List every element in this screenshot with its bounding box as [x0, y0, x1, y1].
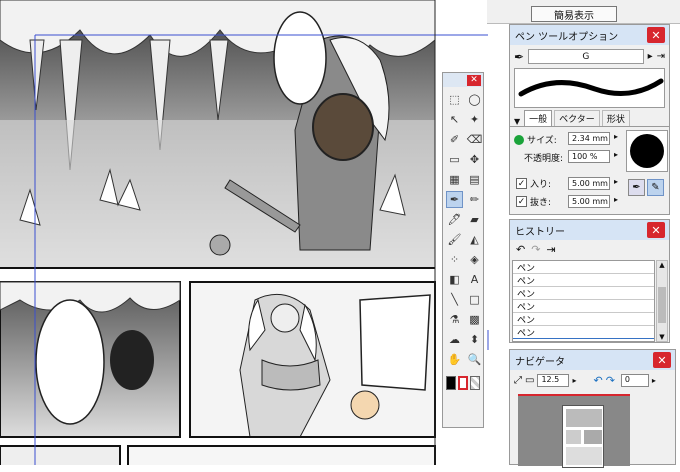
history-item[interactable]: ペン	[513, 313, 654, 326]
zoom-field[interactable]: 12.5	[537, 374, 570, 387]
out-stepper-icon[interactable]: ▸	[614, 195, 618, 204]
out-label: 抜き:	[530, 198, 552, 208]
brush-export-icon[interactable]: ⇥	[657, 51, 665, 62]
opacity-stepper-icon[interactable]: ▸	[614, 150, 618, 159]
brush-size-preview	[626, 130, 668, 172]
undo-icon[interactable]: ↶	[516, 243, 525, 256]
brush-menu-icon[interactable]: ▸	[648, 51, 653, 62]
zoom-stepper-icon[interactable]: ▸	[572, 376, 576, 385]
pen-icon[interactable]: ✒	[446, 191, 463, 208]
sub-color-swatch[interactable]	[457, 376, 469, 390]
fit-icon[interactable]: ⤢	[514, 375, 522, 386]
in-label: 入り:	[530, 180, 552, 190]
history-item[interactable]: ペン	[513, 300, 654, 313]
marker-icon[interactable]: 🖊	[446, 211, 463, 228]
close-button[interactable]: ✕	[653, 352, 671, 368]
eraser-icon[interactable]: ▰	[466, 211, 483, 228]
tab-general[interactable]: 一般	[524, 110, 553, 126]
airbrush-icon[interactable]: ⁘	[446, 251, 463, 268]
collapse-icon[interactable]: ▼	[514, 117, 520, 126]
brush-name-field[interactable]: G	[528, 49, 644, 64]
zoom-icon[interactable]: 🔍	[466, 351, 483, 368]
eyedropper-icon[interactable]: ⚗	[446, 311, 463, 328]
out-checkbox[interactable]: ✓	[516, 196, 527, 207]
ruler-icon[interactable]: ▭	[446, 151, 463, 168]
transparent-color-swatch[interactable]	[470, 376, 480, 390]
frame-icon[interactable]: ▦	[446, 171, 463, 188]
navigator-panel: ナビゲータ ✕ ⤢ ▭ 12.5 ▸ ↶ ↷ 0 ▸	[509, 349, 676, 468]
size-stepper-icon[interactable]: ▸	[614, 132, 618, 141]
in-field[interactable]: 5.00 mm	[568, 177, 610, 190]
out-field[interactable]: 5.00 mm	[568, 195, 610, 208]
panel-title: ヒストリー	[515, 226, 565, 238]
top-bar: 簡易表示	[487, 0, 680, 24]
grid-icon[interactable]: ▤	[466, 171, 483, 188]
main-color-swatch[interactable]	[446, 376, 456, 390]
close-button[interactable]: ✕	[647, 27, 665, 43]
history-item[interactable]: ペン	[513, 287, 654, 300]
pen-icon: ✒	[514, 49, 525, 64]
history-item[interactable]: ペン	[513, 326, 654, 339]
text-icon[interactable]: A	[466, 271, 483, 288]
history-item-current[interactable]: ペン	[513, 338, 654, 341]
navigator-preview[interactable]	[518, 394, 630, 468]
panel-title: ペン ツールオプション	[515, 31, 619, 43]
pressure-in-button[interactable]: ✒	[628, 179, 645, 196]
close-icon[interactable]: ✕	[467, 74, 481, 86]
rotate-right-icon[interactable]: ↷	[606, 374, 615, 387]
eraser-selection-icon[interactable]: ⌫	[466, 131, 483, 148]
line-icon[interactable]: ╲	[446, 291, 463, 308]
history-item[interactable]: ペン	[513, 274, 654, 287]
history-item[interactable]: ペン	[513, 261, 654, 274]
opacity-field[interactable]: 100 %	[568, 150, 610, 163]
history-export-icon[interactable]: ⇥	[546, 243, 555, 256]
rectangle-icon[interactable]: □	[466, 291, 483, 308]
hand-icon[interactable]: ✋	[446, 351, 463, 368]
simple-display-button[interactable]: 簡易表示	[531, 6, 617, 22]
tab-shape[interactable]: 形状	[601, 110, 630, 126]
rotate-left-icon[interactable]: ↶	[593, 374, 602, 387]
opacity-label: 不透明度:	[524, 154, 564, 164]
history-list[interactable]: ペン ペン ペン ペン ペン ペン ペン	[512, 260, 655, 342]
size-label: サイズ:	[527, 136, 557, 146]
fill-icon[interactable]: ◭	[466, 231, 483, 248]
zoom-out-icon[interactable]: ▭	[525, 375, 534, 386]
tone-icon[interactable]: ▩	[466, 311, 483, 328]
pressure-out-button[interactable]: ✎	[647, 179, 664, 196]
gradient-icon[interactable]: ◧	[446, 271, 463, 288]
selection-pen-icon[interactable]: ✐	[446, 131, 463, 148]
pen-tool-options-panel: ペン ツールオプション ✕ ✒ G ▸ ⇥ ▼ 一般 ベクター 形状 サイズ: …	[509, 24, 670, 215]
in-stepper-icon[interactable]: ▸	[614, 177, 618, 186]
redo-icon[interactable]: ↷	[531, 243, 540, 256]
close-button[interactable]: ✕	[647, 222, 665, 238]
history-panel: ヒストリー ✕ ↶ ↷ ⇥ ペン ペン ペン ペン ペン ペン ペン ▲ ▼	[509, 219, 670, 343]
paint-bucket-icon[interactable]: ◈	[466, 251, 483, 268]
tab-vector[interactable]: ベクター	[554, 110, 600, 126]
tool-palette: ✕ ⬚ ◯ ↖ ✦ ✐ ⌫ ▭ ✥ ▦ ▤ ✒ ✏ 🖊 ▰ 🖌 ◭ ⁘ ◈ ◧ …	[442, 72, 484, 428]
size-field[interactable]: 2.34 mm	[568, 132, 610, 145]
layer-move-icon[interactable]: ⬍	[466, 331, 483, 348]
rotation-field[interactable]: 0	[620, 374, 649, 387]
transform-icon[interactable]: ✥	[466, 151, 483, 168]
in-checkbox[interactable]: ✓	[516, 178, 527, 189]
move-icon[interactable]: ↖	[446, 111, 463, 128]
size-indicator-icon	[514, 134, 524, 145]
page-thumbnail	[562, 405, 604, 468]
panel-title: ナビゲータ	[515, 356, 565, 368]
stroke-preview	[514, 68, 665, 108]
wand-icon[interactable]: ✦	[466, 111, 483, 128]
history-scrollbar[interactable]: ▲ ▼	[656, 260, 668, 342]
rotation-stepper-icon[interactable]: ▸	[652, 376, 656, 385]
marquee-icon[interactable]: ⬚	[446, 91, 463, 108]
lasso-icon[interactable]: ◯	[466, 91, 483, 108]
pencil-icon[interactable]: ✏	[466, 191, 483, 208]
brush-icon[interactable]: 🖌	[446, 231, 463, 248]
smudge-icon[interactable]: ☁	[446, 331, 463, 348]
